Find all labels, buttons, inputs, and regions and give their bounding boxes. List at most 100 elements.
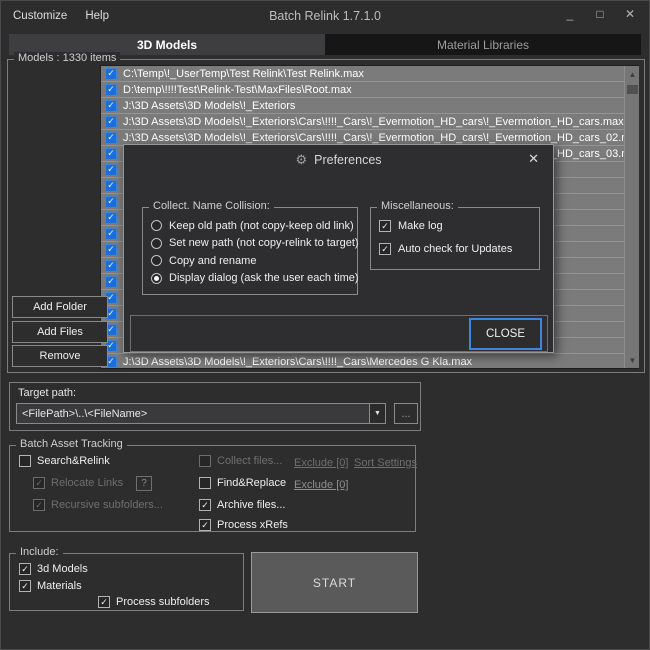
archive-files-checkbox[interactable]: ✓ Archive files... [199, 499, 285, 511]
collect-name-collision-group: Collect. Name Collision: Keep old path (… [142, 200, 359, 295]
radio-set-new-path[interactable]: Set new path (not copy-relink to target) [151, 235, 359, 253]
relocate-links-label: Relocate Links [51, 477, 124, 489]
scroll-thumb[interactable] [627, 85, 638, 94]
radio-copy-and-rename[interactable]: Copy and rename [151, 252, 349, 270]
recursive-subfolders-label: Recursive subfolders... [51, 499, 163, 511]
exclude-find-link[interactable]: Exclude [0] [294, 479, 348, 491]
sort-settings-link[interactable]: Sort Settings [354, 457, 417, 469]
radio-circle[interactable] [151, 255, 162, 267]
list-item[interactable]: ✓ J:\3D Assets\3D Models\!_Exteriors [101, 98, 638, 114]
checkbox-box[interactable]: ✓ [199, 499, 211, 511]
process-xrefs-checkbox[interactable]: ✓ Process xRefs [199, 519, 288, 531]
target-path-label: Target path: [18, 387, 77, 399]
radio-circle[interactable] [151, 237, 162, 249]
preferences-icon: ⚙ [295, 152, 308, 167]
app-window: Customize Help Batch Relink 1.7.1.0 _ □ … [0, 0, 650, 650]
close-dialog-button[interactable]: CLOSE [469, 318, 542, 350]
row-checkbox[interactable]: ✓ [105, 259, 117, 272]
relocate-links-checkbox: ✓ Relocate Links [33, 477, 123, 489]
row-checkbox[interactable]: ✓ [105, 195, 117, 208]
checkbox-box[interactable]: ✓ [19, 580, 31, 592]
search-relink-checkbox[interactable]: Search&Relink [19, 455, 110, 467]
row-checkbox[interactable]: ✓ [105, 67, 117, 80]
checkbox-box: ✓ [33, 499, 45, 511]
row-checkbox[interactable]: ✓ [105, 179, 117, 192]
find-replace-label: Find&Replace [217, 477, 287, 489]
checkbox-box[interactable]: ✓ [199, 519, 211, 531]
auto-check-updates-label: Auto check for Updates [398, 243, 513, 255]
list-item[interactable]: ✓J:\3D Assets\3D Models\!_Exteriors\Cars… [101, 354, 638, 368]
checkbox-box[interactable]: ✓ [19, 563, 31, 575]
exclude-collect-link[interactable]: Exclude [0] [294, 457, 348, 469]
radio-circle[interactable] [151, 220, 162, 232]
include-group-label: Include: [16, 546, 63, 558]
checkbox-box[interactable]: ✓ [379, 220, 391, 232]
target-path-value: <FilePath>\..\<FileName> [22, 407, 148, 420]
auto-check-updates-checkbox[interactable]: ✓ Auto check for Updates [379, 243, 531, 255]
checkbox-box[interactable]: ✓ [98, 596, 110, 608]
row-checkbox[interactable]: ✓ [105, 275, 117, 288]
process-subfolders-label: Process subfolders [116, 596, 210, 608]
checkbox-box [199, 455, 211, 467]
row-checkbox[interactable]: ✓ [105, 163, 117, 176]
row-checkbox[interactable]: ✓ [105, 243, 117, 256]
collect-files-checkbox: Collect files... [199, 455, 282, 467]
list-item-path: C:\Temp\!_UserTemp\Test Relink\Test Reli… [123, 67, 364, 80]
miscellaneous-group: Miscellaneous: ✓ Make log ✓ Auto check f… [370, 200, 540, 270]
row-checkbox[interactable]: ✓ [105, 115, 117, 128]
scroll-up-icon[interactable]: ▲ [625, 67, 640, 81]
process-subfolders-checkbox[interactable]: ✓ Process subfolders [98, 596, 210, 608]
radio-label: Keep old path (not copy-keep old link) [169, 219, 354, 232]
make-log-label: Make log [398, 220, 443, 232]
radio-label: Display dialog (ask the user each time) [169, 272, 359, 285]
checkbox-box[interactable] [19, 455, 31, 467]
scroll-down-icon[interactable]: ▼ [625, 353, 640, 367]
list-item[interactable]: ✓ J:\3D Assets\3D Models\!_Exteriors\Cars… [101, 114, 638, 130]
archive-files-label: Archive files... [217, 499, 286, 511]
maximize-button[interactable]: □ [593, 7, 607, 21]
radio-label: Set new path (not copy-relink to target) [169, 237, 359, 250]
title-bar: Customize Help Batch Relink 1.7.1.0 _ □ … [1, 1, 649, 33]
list-item[interactable]: ✓ D:\temp\!!!!Test\Relink-Test\MaxFiles\R… [101, 82, 638, 98]
minimize-button[interactable]: _ [563, 7, 577, 21]
dialog-title: Preferences [314, 153, 382, 167]
row-checkbox[interactable]: ✓ [105, 99, 117, 112]
process-xrefs-label: Process xRefs [217, 519, 288, 531]
make-log-checkbox[interactable]: ✓ Make log [379, 220, 531, 232]
list-item-path: J:\3D Assets\3D Models\!_Exteriors\Cars\… [123, 355, 473, 368]
window-title: Batch Relink 1.7.1.0 [269, 9, 381, 23]
chevron-down-icon[interactable]: ▼ [369, 404, 385, 423]
help-icon[interactable]: ? [136, 476, 152, 491]
row-checkbox[interactable]: ✓ [105, 227, 117, 240]
row-checkbox[interactable]: ✓ [105, 147, 117, 160]
collect-group-label: Collect. Name Collision: [149, 200, 274, 212]
row-checkbox[interactable]: ✓ [105, 211, 117, 224]
batch-group-label: Batch Asset Tracking [16, 438, 127, 450]
dialog-close-icon[interactable]: ✕ [528, 151, 539, 167]
models-group-label: Models : 1330 items [14, 52, 121, 64]
include-3d-models-checkbox[interactable]: ✓ 3d Models [19, 563, 88, 575]
add-folder-button[interactable]: Add Folder [12, 296, 108, 318]
checkbox-box[interactable] [199, 477, 211, 489]
radio-display-dialog[interactable]: Display dialog (ask the user each time) [151, 270, 359, 288]
radio-circle[interactable] [151, 272, 162, 284]
browse-button[interactable]: ... [394, 403, 418, 424]
include-group: Include: ✓ 3d Models ✓ Materials ✓ Proce… [9, 546, 244, 611]
include-materials-checkbox[interactable]: ✓ Materials [19, 580, 82, 592]
row-checkbox[interactable]: ✓ [105, 131, 117, 144]
row-checkbox[interactable]: ✓ [105, 83, 117, 96]
target-path-combobox[interactable]: <FilePath>\..\<FileName> ▼ [16, 403, 386, 424]
checkbox-box: ✓ [33, 477, 45, 489]
list-item[interactable]: ✓ C:\Temp\!_UserTemp\Test Relink\Test Rel… [101, 66, 638, 82]
close-button[interactable]: ✕ [623, 7, 637, 21]
radio-keep-old-path[interactable]: Keep old path (not copy-keep old link) [151, 217, 354, 235]
remove-button[interactable]: Remove [12, 345, 108, 367]
search-relink-label: Search&Relink [37, 455, 110, 467]
checkbox-box[interactable]: ✓ [379, 243, 391, 255]
start-button[interactable]: START [251, 552, 418, 613]
list-scrollbar[interactable]: ▲ ▼ [624, 66, 639, 368]
list-item-path: J:\3D Assets\3D Models\!_Exteriors\Cars\… [123, 115, 624, 128]
tab-material-libraries[interactable]: Material Libraries [325, 34, 641, 55]
add-files-button[interactable]: Add Files [12, 321, 108, 343]
find-replace-checkbox[interactable]: Find&Replace [199, 477, 286, 489]
